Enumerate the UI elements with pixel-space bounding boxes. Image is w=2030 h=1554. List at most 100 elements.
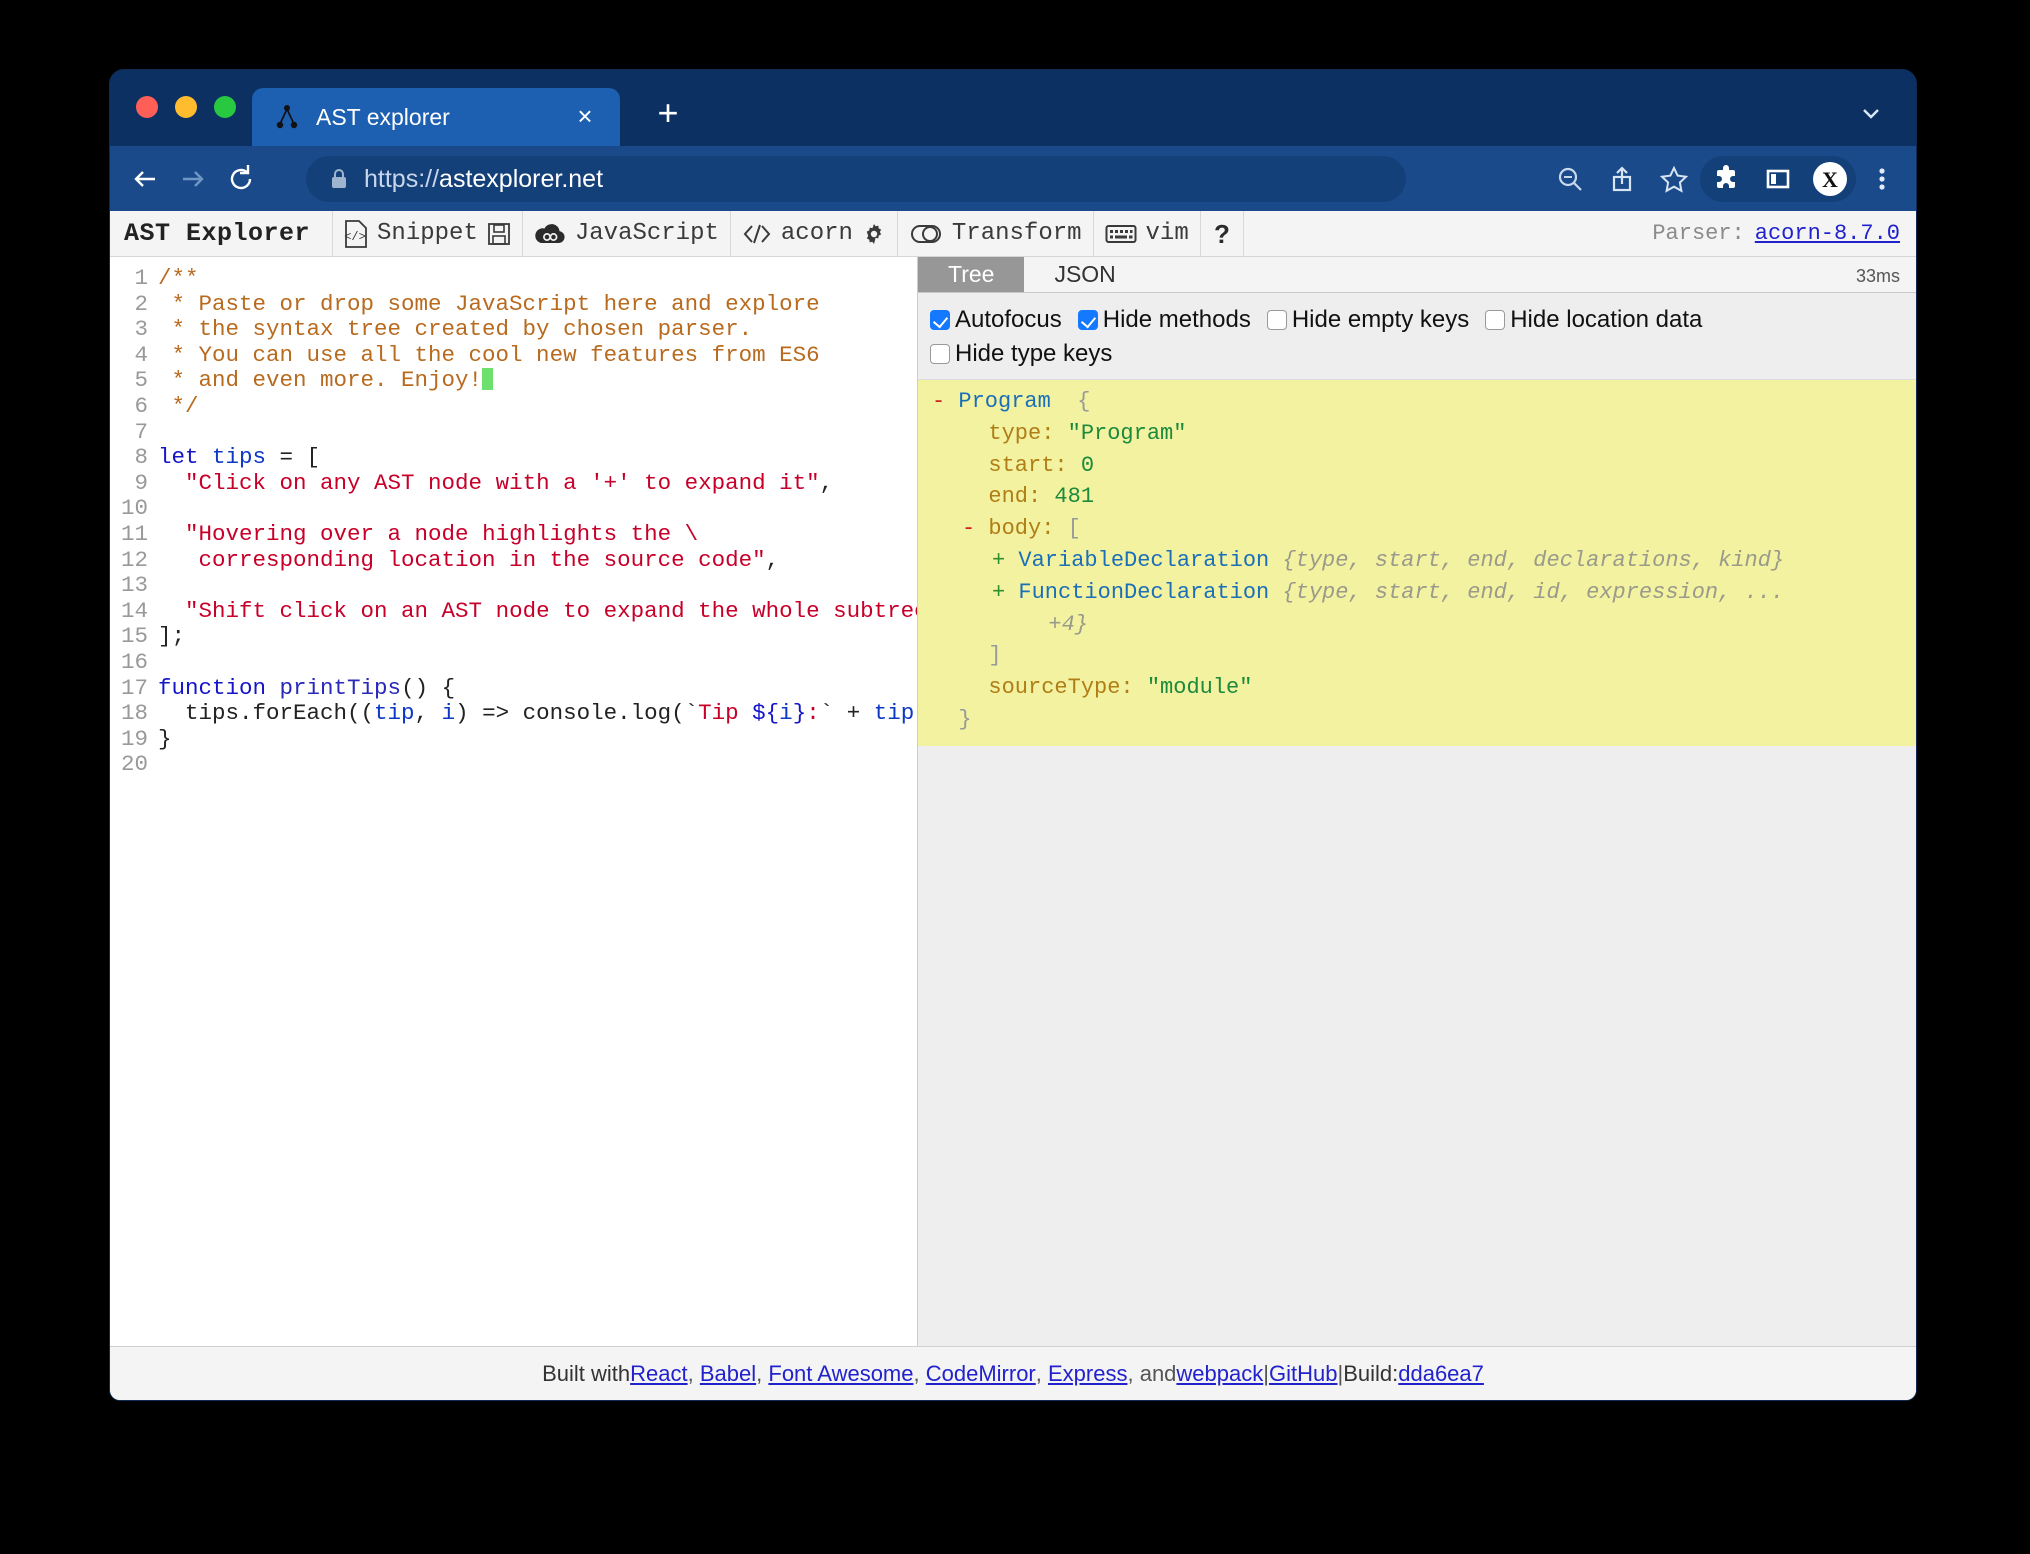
expand-toggle-icon[interactable]: +: [992, 580, 1018, 605]
checkbox-icon[interactable]: [1267, 310, 1287, 330]
option-hide-methods[interactable]: Hide methods: [1078, 303, 1251, 337]
footer-link-font-awesome[interactable]: Font Awesome: [768, 1361, 913, 1387]
tab-json[interactable]: JSON: [1024, 257, 1145, 292]
code-line-text: * the syntax tree created by chosen pars…: [158, 317, 752, 343]
code-token: ,: [820, 470, 834, 496]
line-number: 14: [110, 599, 158, 625]
tree-node-row[interactable]: - body: [: [918, 513, 1916, 545]
tree-node-row[interactable]: ]: [918, 640, 1916, 672]
toolbar-item-language[interactable]: JavaScript: [523, 211, 731, 256]
checkbox-icon[interactable]: [930, 344, 950, 364]
tree-node-name[interactable]: VariableDeclaration: [1018, 548, 1269, 573]
chevron-down-icon[interactable]: [1856, 98, 1886, 128]
code-line: 1/**: [110, 266, 917, 292]
save-floppy-icon[interactable]: [487, 222, 511, 246]
bookmark-star-icon[interactable]: [1648, 156, 1700, 202]
tree-node-row[interactable]: +4}: [918, 609, 1916, 641]
profile-avatar-icon[interactable]: X: [1804, 156, 1856, 202]
code-token: */: [158, 393, 199, 419]
tree-node-row[interactable]: start: 0: [918, 450, 1916, 482]
checkbox-icon[interactable]: [1078, 310, 1098, 330]
tree-node-props: +4}: [1048, 612, 1088, 637]
code-line: 7: [110, 420, 917, 446]
more-menu-icon[interactable]: [1856, 156, 1908, 202]
option-hide-empty-keys[interactable]: Hide empty keys: [1267, 303, 1469, 337]
line-number: 2: [110, 292, 158, 318]
toolbar-item-keymap[interactable]: vim: [1094, 211, 1201, 256]
tab-tree[interactable]: Tree: [918, 257, 1024, 292]
ast-tree[interactable]: - Program { type: "Program" start: 0 end…: [918, 380, 1916, 746]
footer-link-react[interactable]: React: [630, 1361, 687, 1387]
toolbar-spacer: [1244, 211, 1642, 256]
code-line-text: /**: [158, 266, 199, 292]
code-brackets-icon: [742, 222, 772, 246]
gear-icon[interactable]: [862, 222, 886, 246]
checkbox-icon[interactable]: [1485, 310, 1505, 330]
ast-tree-icon: [272, 102, 302, 132]
parser-version-link[interactable]: acorn-8.7.0: [1755, 221, 1900, 246]
lock-icon: [330, 167, 348, 191]
tree-node-row[interactable]: end: 481: [918, 481, 1916, 513]
tree-node-row[interactable]: - Program {: [918, 386, 1916, 418]
tree-node-name[interactable]: Program: [958, 389, 1050, 414]
toolbar-item-help[interactable]: ?: [1201, 211, 1244, 256]
code-line-text: function printTips() {: [158, 676, 455, 702]
parse-timing: 33ms: [1856, 266, 1900, 287]
close-window-button[interactable]: [136, 96, 158, 118]
tree-node-name[interactable]: FunctionDeclaration: [1018, 580, 1269, 605]
code-editor[interactable]: 1/**2 * Paste or drop some JavaScript he…: [110, 257, 917, 778]
option-autofocus[interactable]: Autofocus: [930, 303, 1062, 337]
zoom-out-icon[interactable]: [1544, 156, 1596, 202]
footer-link-codemirror[interactable]: CodeMirror: [926, 1361, 1036, 1387]
address-bar-text: https://astexplorer.net: [364, 165, 603, 194]
line-number: 12: [110, 548, 158, 574]
line-number: 7: [110, 420, 158, 446]
tree-node-row[interactable]: + VariableDeclaration {type, start, end,…: [918, 545, 1916, 577]
code-editor-pane[interactable]: 1/**2 * Paste or drop some JavaScript he…: [110, 257, 918, 1346]
code-line: 3 * the syntax tree created by chosen pa…: [110, 317, 917, 343]
address-bar[interactable]: https://astexplorer.net: [306, 156, 1406, 202]
code-token: [158, 598, 185, 624]
collapse-toggle-icon[interactable]: -: [962, 516, 988, 541]
footer-prefix: Built with: [542, 1361, 630, 1387]
arrow-right-icon[interactable]: [172, 158, 214, 200]
code-line-text: * and even more. Enjoy!: [158, 368, 493, 394]
option-label: Hide type keys: [955, 337, 1112, 371]
tree-node-row[interactable]: type: "Program": [918, 418, 1916, 450]
extensions-puzzle-icon[interactable]: [1700, 156, 1752, 202]
svg-text:X: X: [1822, 167, 1838, 192]
footer-build-hash[interactable]: dda6ea7: [1398, 1361, 1484, 1387]
code-token: "Hovering over a node highlights the \: [185, 521, 698, 547]
option-hide-type-keys[interactable]: Hide type keys: [930, 337, 1112, 371]
sidebar-panel-icon[interactable]: [1752, 156, 1804, 202]
minimize-window-button[interactable]: [175, 96, 197, 118]
toolbar-item-parser[interactable]: acorn: [731, 211, 898, 256]
footer-link-babel[interactable]: Babel: [700, 1361, 756, 1387]
maximize-window-button[interactable]: [214, 96, 236, 118]
new-tab-button[interactable]: +: [650, 96, 686, 132]
toolbar-item-transform[interactable]: Transform: [898, 211, 1094, 256]
footer-link-express[interactable]: Express: [1048, 1361, 1127, 1387]
toolbar-item-snippet[interactable]: </> Snippet: [333, 211, 523, 256]
share-icon[interactable]: [1596, 156, 1648, 202]
reload-icon[interactable]: [220, 158, 262, 200]
url-scheme: https://: [364, 165, 439, 193]
tree-node-row[interactable]: + FunctionDeclaration {type, start, end,…: [918, 577, 1916, 609]
tree-node-row[interactable]: sourceType: "module": [918, 672, 1916, 704]
footer-link-github[interactable]: GitHub: [1269, 1361, 1337, 1387]
tree-brace: [: [1068, 516, 1081, 541]
option-hide-location-data[interactable]: Hide location data: [1485, 303, 1702, 337]
arrow-left-icon[interactable]: [124, 158, 166, 200]
code-line: 5 * and even more. Enjoy!: [110, 368, 917, 394]
tree-node-row[interactable]: }: [918, 704, 1916, 736]
tree-node-value: "module": [1147, 675, 1253, 700]
line-number: 10: [110, 496, 158, 522]
close-tab-button[interactable]: ×: [572, 104, 598, 130]
footer-link-webpack[interactable]: webpack: [1176, 1361, 1263, 1387]
collapse-toggle-icon[interactable]: -: [932, 389, 958, 414]
checkbox-icon[interactable]: [930, 310, 950, 330]
code-file-icon: </>: [344, 220, 368, 248]
browser-tab[interactable]: AST explorer ×: [252, 88, 620, 146]
expand-toggle-icon[interactable]: +: [992, 548, 1018, 573]
code-token: i: [779, 700, 793, 726]
